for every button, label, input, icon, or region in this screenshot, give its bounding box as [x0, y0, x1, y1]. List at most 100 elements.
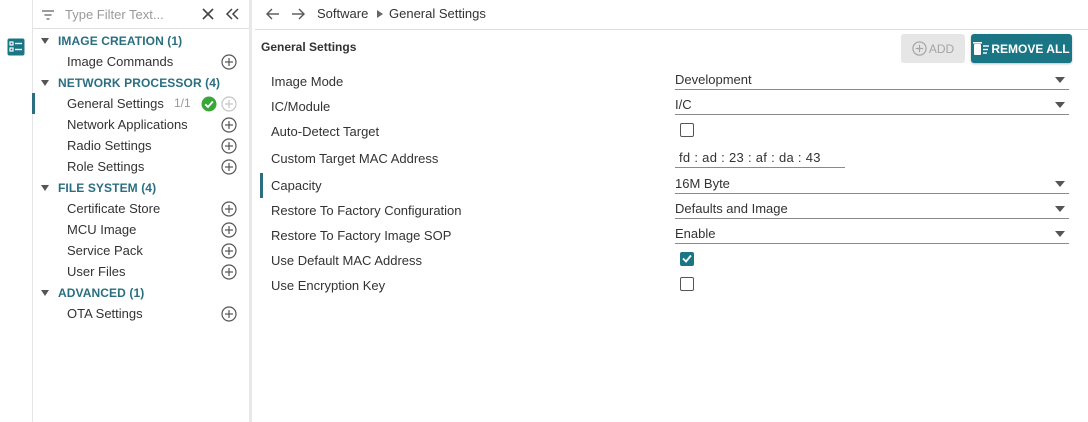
plus-circle-icon[interactable]: [221, 138, 237, 154]
property-restore-factory-config: Restore To Factory Configuration Default…: [255, 198, 1088, 223]
tree-item-label: MCU Image: [67, 222, 137, 237]
filter-bar: [33, 0, 249, 29]
plus-circle-icon[interactable]: [221, 306, 237, 322]
property-label: Auto-Detect Target: [271, 124, 380, 139]
collapse-double-chevron-icon[interactable]: [224, 7, 240, 21]
caret-down-icon: [1055, 102, 1065, 108]
select-value: Development: [675, 72, 752, 87]
tree-category-advanced[interactable]: ADVANCED (1): [33, 282, 249, 303]
property-ic-module: IC/Module I/C: [255, 94, 1088, 119]
use-encryption-key-checkbox[interactable]: [680, 277, 694, 291]
forward-arrow-icon[interactable]: [290, 6, 306, 22]
caret-down-icon: [1055, 77, 1065, 83]
image-mode-select[interactable]: Development: [675, 71, 1069, 90]
tree-item-label: User Files: [67, 264, 126, 279]
property-label: Restore To Factory Image SOP: [271, 228, 452, 243]
plus-circle-icon: [912, 41, 927, 56]
use-default-mac-checkbox[interactable]: [680, 252, 694, 266]
tree-category-image-creation[interactable]: IMAGE CREATION (1): [33, 30, 249, 51]
plus-circle-icon[interactable]: [221, 54, 237, 70]
check-circle-icon: [201, 96, 217, 112]
tree-item-service-pack[interactable]: Service Pack: [33, 240, 249, 261]
property-custom-target-mac: Custom Target MAC Address fd : ad : 23 :…: [255, 146, 1088, 171]
tree-item-label: Image Commands: [67, 54, 174, 69]
tree-item-label: Network Applications: [67, 117, 188, 132]
tree-category-label: NETWORK PROCESSOR (4): [58, 75, 221, 90]
tree-item-general-settings[interactable]: General Settings 1/1: [32, 93, 249, 114]
property-label: Use Encryption Key: [271, 278, 386, 293]
plus-circle-icon[interactable]: [221, 243, 237, 259]
remove-all-button-label: REMOVE ALL: [991, 41, 1070, 56]
tree-item-image-commands[interactable]: Image Commands: [33, 51, 249, 72]
trash-list-icon: [973, 42, 990, 55]
property-use-encryption-key: Use Encryption Key: [255, 273, 1088, 298]
settings-list-icon[interactable]: [7, 38, 25, 56]
tree-item-label: Role Settings: [67, 159, 145, 174]
select-value: Enable: [675, 226, 716, 241]
plus-circle-icon[interactable]: [221, 264, 237, 280]
property-restore-factory-sop: Restore To Factory Image SOP Enable: [255, 223, 1088, 248]
restore-factory-sop-select[interactable]: Enable: [675, 225, 1069, 244]
tree-item-label: Certificate Store: [67, 201, 161, 216]
caret-down-icon: [41, 184, 49, 191]
tree-item-user-files[interactable]: User Files: [33, 261, 249, 282]
plus-circle-icon[interactable]: [221, 159, 237, 175]
caret-down-icon: [41, 37, 49, 44]
tree-category-network-processor[interactable]: NETWORK PROCESSOR (4): [33, 72, 249, 93]
tree-item-count: 1/1: [174, 96, 191, 110]
auto-detect-target-checkbox[interactable]: [680, 123, 694, 137]
filter-icon: [42, 10, 54, 20]
breadcrumb-item-current: General Settings: [389, 6, 486, 21]
property-label: Restore To Factory Configuration: [271, 203, 462, 218]
mac-address-input[interactable]: fd : ad : 23 : af : da : 43: [675, 149, 845, 168]
plus-circle-icon[interactable]: [221, 201, 237, 217]
tree-category-label: FILE SYSTEM (4): [58, 180, 157, 195]
restore-factory-config-select[interactable]: Defaults and Image: [675, 200, 1069, 219]
main-panel: Software General Settings General Settin…: [255, 0, 1088, 422]
breadcrumb: Software General Settings: [255, 0, 1088, 30]
property-capacity: Capacity 16M Byte: [255, 173, 1088, 198]
tree-item-network-applications[interactable]: Network Applications: [33, 114, 249, 135]
plus-circle-icon[interactable]: [221, 222, 237, 238]
plus-circle-icon[interactable]: [221, 96, 237, 112]
property-label: Capacity: [271, 178, 322, 193]
select-value: 16M Byte: [675, 176, 730, 191]
caret-down-icon: [1055, 206, 1065, 212]
caret-down-icon: [1055, 181, 1065, 187]
breadcrumb-item-software[interactable]: Software: [317, 6, 368, 21]
page-title: General Settings: [261, 40, 357, 54]
close-icon[interactable]: [201, 7, 215, 21]
add-button[interactable]: ADD: [901, 34, 965, 63]
tree-item-radio-settings[interactable]: Radio Settings: [33, 135, 249, 156]
property-label: Custom Target MAC Address: [271, 151, 439, 166]
tree-item-label: Service Pack: [67, 243, 143, 258]
back-arrow-icon[interactable]: [265, 6, 281, 22]
tree-item-label: OTA Settings: [67, 306, 143, 321]
property-label: Use Default MAC Address: [271, 253, 423, 268]
tree-item-ota-settings[interactable]: OTA Settings: [33, 303, 249, 324]
ic-module-select[interactable]: I/C: [675, 96, 1069, 115]
tree-item-role-settings[interactable]: Role Settings: [33, 156, 249, 177]
property-image-mode: Image Mode Development: [255, 69, 1088, 94]
caret-down-icon: [41, 289, 49, 296]
property-label: Image Mode: [271, 74, 344, 89]
remove-all-button[interactable]: REMOVE ALL: [971, 34, 1072, 63]
filter-input[interactable]: [65, 4, 193, 25]
plus-circle-icon[interactable]: [221, 117, 237, 133]
capacity-select[interactable]: 16M Byte: [675, 175, 1069, 194]
property-label: IC/Module: [271, 99, 331, 114]
tree-category-label: IMAGE CREATION (1): [58, 33, 183, 48]
caret-down-icon: [41, 79, 49, 86]
row-focus-indicator: [260, 173, 263, 198]
select-value: I/C: [675, 97, 692, 112]
activity-bar: [0, 0, 33, 422]
sidebar: IMAGE CREATION (1) Image Commands NETWOR…: [32, 0, 252, 422]
tree-category-file-system[interactable]: FILE SYSTEM (4): [33, 177, 249, 198]
property-use-default-mac: Use Default MAC Address: [255, 248, 1088, 273]
select-value: Defaults and Image: [675, 201, 788, 216]
chevron-right-icon: [377, 10, 383, 18]
tree-item-certificate-store[interactable]: Certificate Store: [33, 198, 249, 219]
caret-down-icon: [1055, 231, 1065, 237]
tree-item-mcu-image[interactable]: MCU Image: [33, 219, 249, 240]
checkmark-icon: [682, 254, 692, 263]
